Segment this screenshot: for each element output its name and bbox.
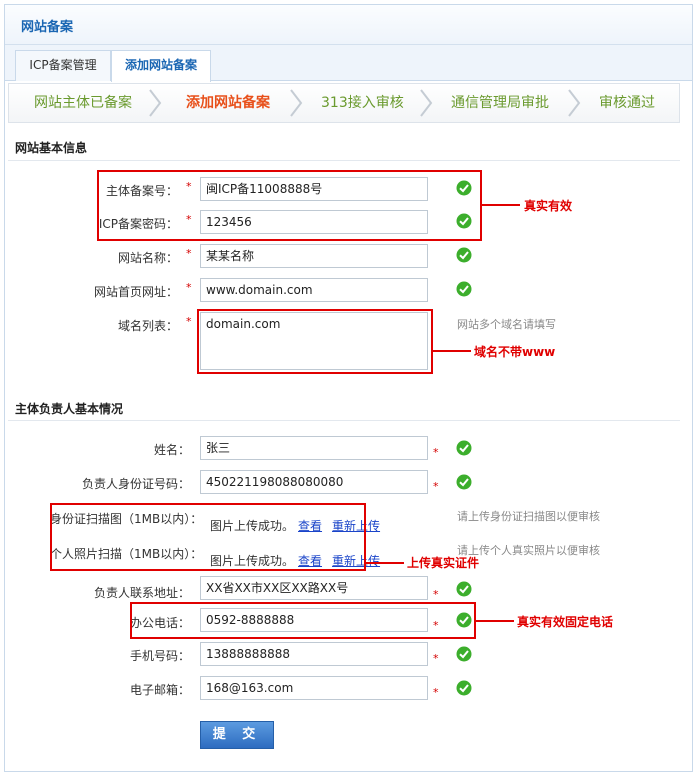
annotation-no-www: 域名不带www	[474, 345, 556, 359]
step-subject-registered: 网站主体已备案	[34, 95, 132, 111]
annotation-box-upload	[50, 503, 366, 571]
annotation-line	[482, 204, 520, 206]
label-email: 电子邮箱：	[129, 683, 190, 697]
annotation-box-valid	[97, 170, 482, 241]
label-name: 姓名：	[153, 443, 190, 457]
chevron-right-icon	[568, 89, 581, 117]
label-site-name: 网站名称：	[117, 251, 178, 265]
id-scan-hint: 请上传身份证扫描图以便审核	[457, 510, 600, 523]
label-id-no: 负责人身份证号码：	[81, 477, 190, 491]
label-domains: 域名列表：	[117, 319, 178, 333]
step-approved: 审核通过	[599, 95, 655, 111]
step-telecom-approval: 通信管理局审批	[451, 95, 549, 111]
label-mobile: 手机号码：	[129, 649, 190, 663]
progress-steps: 网站主体已备案 添加网站备案 313接入审核 通信管理局审批 审核通过	[8, 83, 680, 123]
annotation-line	[366, 562, 404, 564]
check-icon	[456, 474, 472, 490]
step-313-review: 313接入审核	[321, 95, 404, 111]
annotation-upload-real: 上传真实证件	[407, 556, 480, 570]
id-no-input[interactable]: 450221198088080080	[200, 470, 428, 494]
label-address: 负责人联系地址：	[93, 586, 190, 600]
required-mark: *	[186, 281, 192, 294]
annotation-box-phone	[130, 602, 476, 639]
tab-add-website[interactable]: 添加网站备案	[111, 50, 211, 82]
address-input[interactable]: XX省XX市XX区XX路XX号	[200, 576, 428, 600]
required-mark: *	[186, 315, 192, 328]
annotation-line	[433, 350, 471, 352]
required-mark: *	[433, 480, 439, 493]
required-mark: *	[186, 247, 192, 260]
page-header: 网站备案	[5, 5, 692, 45]
check-icon	[456, 281, 472, 297]
name-input[interactable]: 张三	[200, 436, 428, 460]
homepage-input[interactable]: www.domain.com	[200, 278, 428, 302]
site-name-input[interactable]: 某某名称	[200, 244, 428, 268]
domains-hint: 网站多个域名请填写	[457, 318, 556, 331]
required-mark: *	[433, 686, 439, 699]
annotation-line	[476, 620, 514, 622]
check-icon	[456, 646, 472, 662]
step-add-website: 添加网站备案	[186, 95, 270, 111]
chevron-right-icon	[420, 89, 433, 117]
required-mark: *	[433, 588, 439, 601]
check-icon	[456, 581, 472, 597]
check-icon	[456, 440, 472, 456]
label-homepage: 网站首页网址：	[93, 285, 178, 299]
mobile-input[interactable]: 13888888888	[200, 642, 428, 666]
tab-bar: ICP备案管理 添加网站备案	[5, 45, 692, 82]
annotation-valid: 真实有效	[524, 199, 573, 213]
annotation-real-phone: 真实有效固定电话	[517, 615, 614, 629]
submit-button[interactable]: 提 交	[200, 721, 274, 749]
email-input[interactable]: 168@163.com	[200, 676, 428, 700]
required-mark: *	[433, 652, 439, 665]
chevron-right-icon	[149, 89, 162, 117]
section-divider	[8, 160, 680, 161]
annotation-box-no-www	[197, 309, 433, 374]
page-title: 网站备案	[21, 20, 74, 35]
tab-icp-management[interactable]: ICP备案管理	[15, 50, 111, 81]
check-icon	[456, 680, 472, 696]
section-divider	[8, 420, 680, 421]
section-title-basic-info: 网站基本信息	[15, 141, 88, 155]
section-title-owner-info: 主体负责人基本情况	[15, 402, 124, 416]
required-mark: *	[433, 446, 439, 459]
chevron-right-icon	[290, 89, 303, 117]
check-icon	[456, 247, 472, 263]
